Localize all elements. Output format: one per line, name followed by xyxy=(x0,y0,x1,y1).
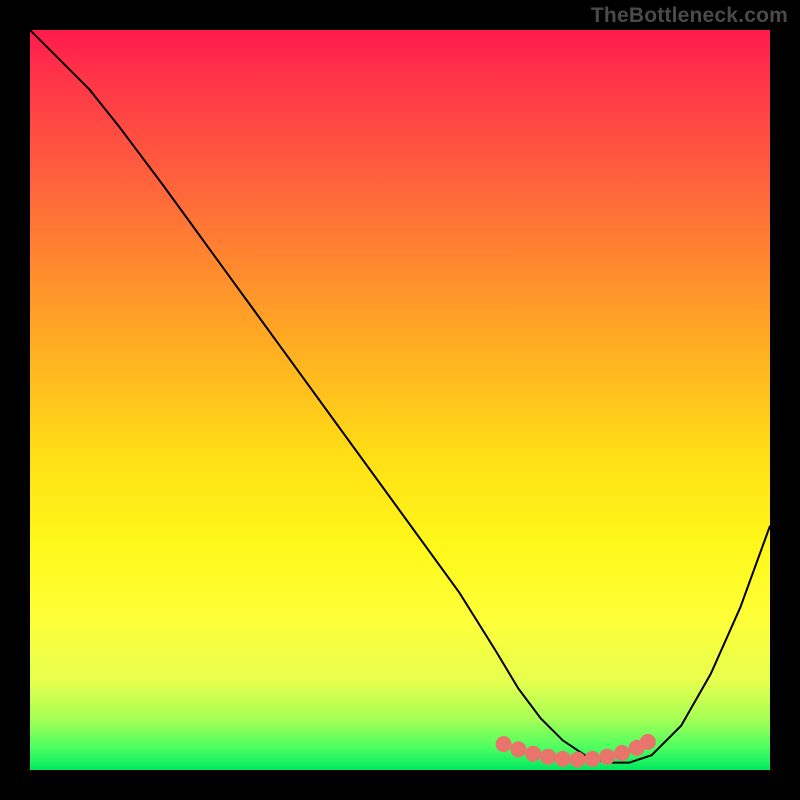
marker-dot xyxy=(584,751,600,767)
watermark-text: TheBottleneck.com xyxy=(591,4,788,28)
marker-dot xyxy=(614,745,630,761)
marker-dot xyxy=(555,751,571,767)
marker-dot xyxy=(496,736,512,752)
marker-dot xyxy=(640,734,656,750)
chart-overlay xyxy=(30,30,770,770)
marker-dot xyxy=(525,746,541,762)
marker-dot xyxy=(540,749,556,765)
marker-dot xyxy=(570,752,586,768)
bottleneck-curve xyxy=(30,30,770,763)
marker-dot xyxy=(599,749,615,765)
chart-stage: TheBottleneck.com xyxy=(0,0,800,800)
plot-frame xyxy=(30,30,770,770)
marker-dot xyxy=(510,741,526,757)
